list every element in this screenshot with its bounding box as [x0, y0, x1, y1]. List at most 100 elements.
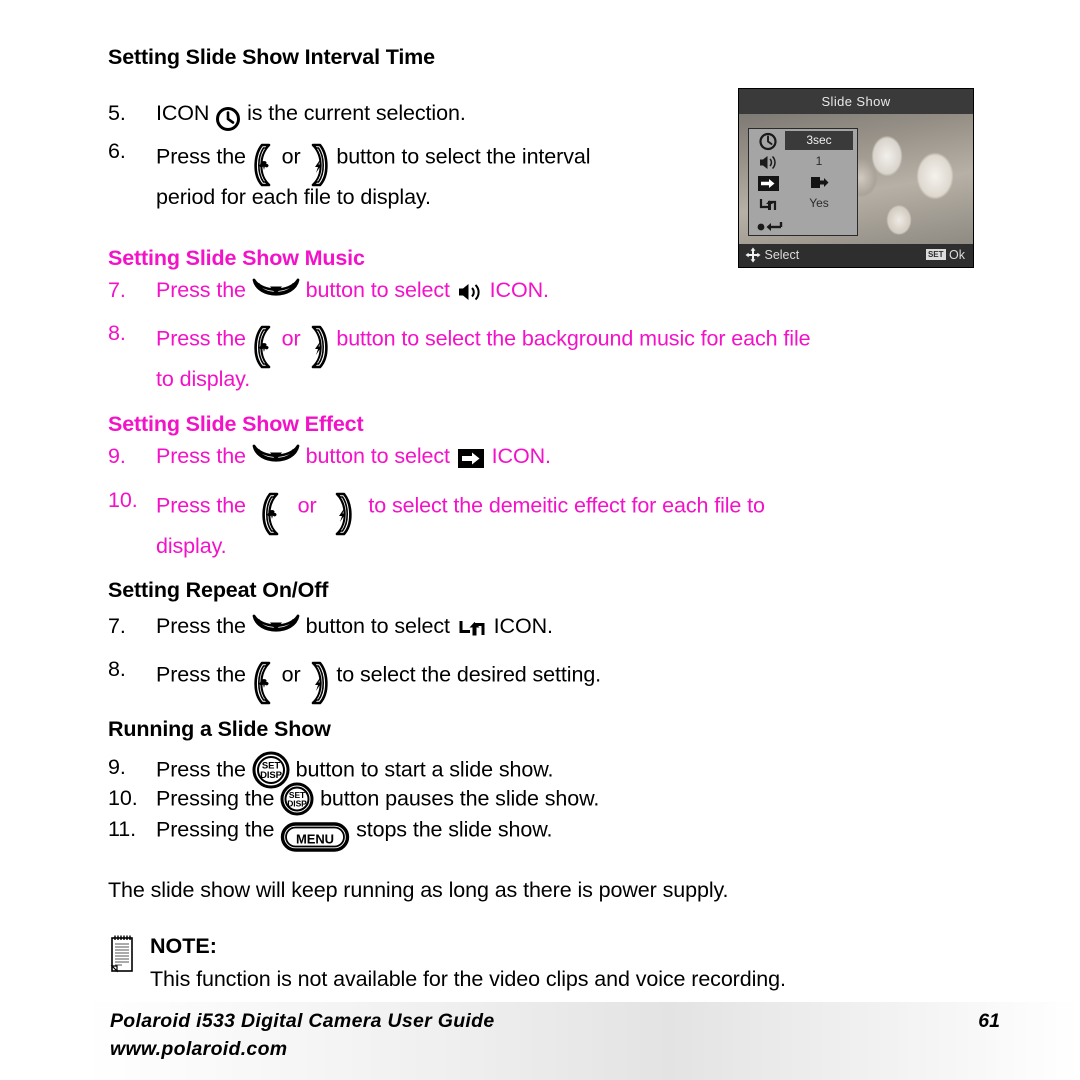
step-9-running-text-a: Press the — [156, 757, 246, 782]
page-number: 61 — [978, 1010, 1000, 1032]
step-8-music-text-or: or — [281, 326, 301, 351]
svg-text:DISP: DISP — [260, 770, 283, 781]
step-10-effect-text-c: display. — [156, 534, 227, 558]
step-10-effect-number: 10. — [108, 488, 138, 512]
right-flash-button-icon — [306, 661, 330, 705]
step-6: 6. Press the or button to select the int… — [108, 136, 776, 213]
step-7-repeat-text-b: button to select — [305, 614, 450, 638]
step-8-music-text-c: to display. — [156, 367, 251, 391]
lcd-row-repeat[interactable]: Yes — [749, 194, 857, 215]
notepad-icon — [108, 932, 138, 979]
set-disp-button-icon: SET DISP — [280, 782, 314, 816]
svg-text:DISP: DISP — [287, 799, 307, 809]
step-8-music-text-a: Press the — [156, 326, 246, 351]
step-10-running-number: 10. — [108, 786, 138, 810]
footer-title: Polaroid i533 Digital Camera User Guide — [110, 1010, 495, 1032]
speaker-icon — [456, 281, 484, 303]
lcd-title: Slide Show — [739, 89, 973, 114]
section-heading-effect: Setting Slide Show Effect — [108, 412, 364, 436]
repeat-icon — [456, 616, 488, 640]
step-9-effect-text-c: ICON. — [491, 444, 551, 468]
step-7-repeat-text-a: Press the — [156, 614, 246, 638]
step-8-repeat: 8. Press the or to select the desired se… — [108, 654, 1036, 705]
step-9-effect-text-a: Press the — [156, 444, 246, 468]
svg-text:MENU: MENU — [296, 832, 334, 847]
lcd-effect-value — [785, 173, 853, 192]
down-button-icon — [252, 277, 300, 303]
lcd-ok-hint: SET Ok — [925, 246, 965, 265]
section-heading-interval-time: Setting Slide Show Interval Time — [108, 45, 435, 69]
step-7-repeat: 7. Press the button to select ICON. — [108, 611, 1036, 642]
step-11-running: 11. Pressing the MENU stops the slide sh… — [108, 814, 1036, 852]
camera-lcd-screenshot: Slide Show 3sec 1 Yes Select SET Ok — [738, 88, 974, 268]
manual-page: Setting Slide Show Interval Time 5. ICON… — [0, 0, 1080, 1080]
step-9-running-number: 9. — [108, 755, 126, 779]
step-5: 5. ICON is the current selection. — [108, 98, 776, 132]
left-macro-button-icon — [260, 492, 284, 536]
step-7-music: 7. Press the button to select ICON. — [108, 275, 1036, 306]
left-macro-button-icon — [252, 325, 276, 369]
lcd-preview-area: 3sec 1 Yes — [739, 114, 973, 244]
step-11-running-number: 11. — [108, 817, 136, 841]
lcd-row-music[interactable]: 1 — [749, 152, 857, 173]
step-7-repeat-number: 7. — [108, 614, 126, 638]
lcd-select-label: Select — [764, 248, 800, 262]
step-5-text-a: ICON — [156, 101, 210, 125]
step-8-repeat-text-b: to select the desired setting. — [336, 662, 602, 687]
step-8-music-number: 8. — [108, 321, 126, 345]
step-6-text-a: Press the — [156, 144, 246, 169]
lcd-ok-label: Ok — [949, 248, 965, 262]
step-7-music-text-c: ICON. — [489, 278, 549, 302]
step-8-repeat-number: 8. — [108, 657, 126, 681]
effect-icon — [456, 446, 486, 470]
step-10-effect-text-or: or — [297, 493, 317, 518]
lcd-settings-menu: 3sec 1 Yes — [748, 128, 858, 236]
step-8-repeat-text-a: Press the — [156, 662, 246, 687]
closing-paragraph: The slide show will keep running as long… — [108, 878, 729, 902]
right-flash-button-icon — [306, 143, 330, 187]
lcd-music-value: 1 — [815, 154, 823, 168]
speaker-icon — [755, 152, 781, 173]
effect-icon — [755, 173, 781, 194]
step-6-text-b: button to select the interval — [336, 144, 591, 169]
lcd-row-exit[interactable] — [749, 215, 857, 236]
step-10-running-text-a: Pressing the — [156, 786, 275, 811]
right-flash-button-icon — [306, 325, 330, 369]
step-8-music-text-b: button to select the background music fo… — [336, 326, 811, 351]
lcd-select-hint: Select — [744, 246, 800, 265]
step-10-effect-text-b: to select the demeitic effect for each f… — [368, 493, 765, 518]
step-7-music-number: 7. — [108, 278, 126, 302]
section-heading-repeat: Setting Repeat On/Off — [108, 578, 329, 602]
set-badge: SET — [925, 249, 946, 261]
step-9-effect-text-b: button to select — [305, 444, 450, 468]
step-11-running-text-a: Pressing the — [156, 817, 275, 842]
step-6-text-or: or — [281, 144, 301, 169]
lcd-row-interval[interactable]: 3sec — [749, 131, 857, 152]
step-10-effect-text-a: Press the — [156, 493, 246, 518]
step-11-running-text-b: stops the slide show. — [356, 817, 553, 842]
step-6-text-c: period for each file to display. — [156, 185, 431, 209]
lcd-row-effect[interactable] — [749, 173, 857, 194]
lcd-repeat-value: Yes — [809, 196, 829, 210]
section-heading-music: Setting Slide Show Music — [108, 246, 365, 270]
step-8-repeat-text-or: or — [281, 662, 301, 687]
step-5-text-b: is the current selection. — [247, 101, 466, 125]
step-9-effect: 9. Press the button to select ICON. — [108, 441, 1036, 472]
lcd-status-bar: Select SET Ok — [739, 244, 973, 267]
down-button-icon — [252, 443, 300, 469]
clock-icon — [215, 107, 241, 132]
step-10-running-text-b: button pauses the slide show. — [320, 786, 600, 811]
step-6-number: 6. — [108, 139, 126, 163]
lcd-interval-value: 3sec — [785, 131, 853, 150]
exit-icon — [755, 215, 783, 236]
right-flash-button-icon — [330, 492, 354, 536]
step-7-repeat-text-c: ICON. — [493, 614, 553, 638]
left-macro-button-icon — [252, 143, 276, 187]
section-heading-running: Running a Slide Show — [108, 717, 331, 741]
note-text: This function is not available for the v… — [150, 967, 786, 991]
step-8-music: 8. Press the or button to select the bac… — [108, 318, 1036, 395]
repeat-icon — [755, 194, 781, 215]
step-10-running: 10. Pressing the SET DISP button pauses … — [108, 782, 1036, 817]
four-way-arrows-icon — [744, 246, 762, 264]
step-7-music-text-a: Press the — [156, 278, 246, 302]
